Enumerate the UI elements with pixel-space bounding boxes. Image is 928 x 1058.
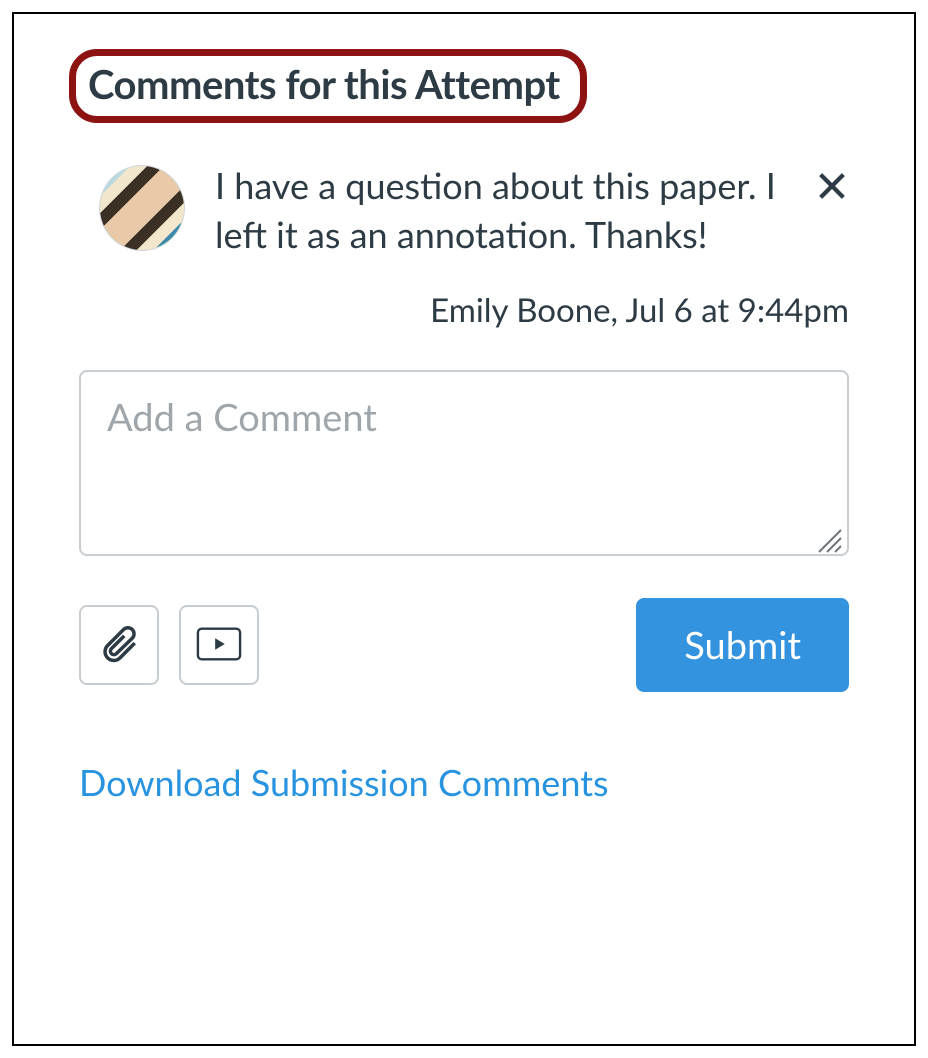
comments-panel: Comments for this Attempt I have a quest… xyxy=(12,12,916,1046)
comment-meta: Emily Boone, Jul 6 at 9:44pm xyxy=(79,290,849,330)
download-comments-link[interactable]: Download Submission Comments xyxy=(79,760,609,804)
comment-input-wrap xyxy=(79,370,849,560)
comment-text: I have a question about this paper. I le… xyxy=(215,161,793,258)
section-heading: Comments for this Attempt xyxy=(88,60,560,108)
paperclip-icon xyxy=(98,623,140,668)
media-comment-button[interactable] xyxy=(179,605,259,685)
close-icon[interactable] xyxy=(815,169,849,207)
media-play-icon xyxy=(196,625,242,666)
heading-highlight: Comments for this Attempt xyxy=(69,49,587,123)
comment-input[interactable] xyxy=(79,370,849,556)
avatar xyxy=(99,165,185,251)
comment-item: I have a question about this paper. I le… xyxy=(79,161,849,258)
attach-file-button[interactable] xyxy=(79,605,159,685)
actions-row: Submit xyxy=(79,598,849,692)
submit-button[interactable]: Submit xyxy=(636,598,849,692)
comment-body: I have a question about this paper. I le… xyxy=(215,161,801,258)
